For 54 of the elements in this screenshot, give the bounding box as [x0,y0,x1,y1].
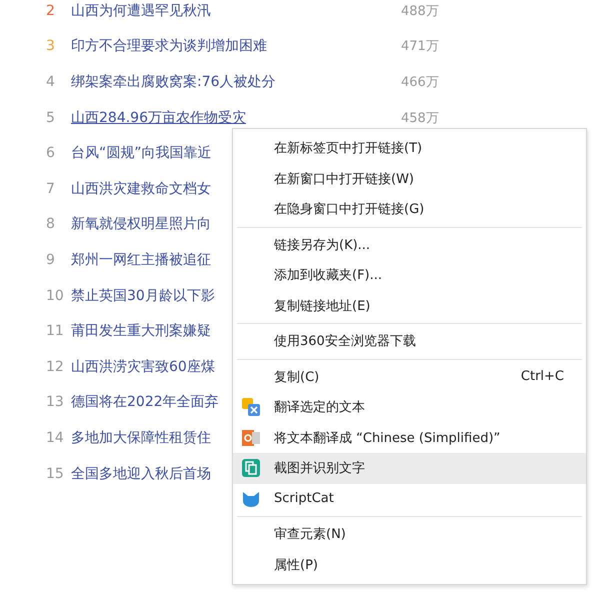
rank-number: 14 [46,430,65,446]
menu-item[interactable]: 截图并识别文字 [233,453,586,484]
menu-item-label: 将文本翻译成 “Chinese (Simplified)” [274,430,502,447]
rank-number: 13 [46,394,65,410]
shortcut-label: Ctrl+C [520,369,564,384]
view-count: 458万 [401,110,439,127]
menu-item[interactable]: 使用360安全浏览器下载 [233,326,586,356]
menu-item-label: 属性(P) [274,556,319,574]
menu-item-label: 链接另存为(K)... [274,236,372,254]
menu-item[interactable]: 复制链接地址(E) [233,290,586,321]
menu-item-label: 审查元素(N) [274,526,347,544]
rank-number: 11 [46,323,65,340]
view-count: 466万 [401,74,439,91]
news-link[interactable]: 山西284.96万亩农作物受灾 [71,108,401,127]
menu-item[interactable]: 审查元素(N) [233,519,586,550]
menu-item-label: 在新窗口中打开链接(W) [274,170,415,188]
menu-item-label: 截图并识别文字 [274,460,366,478]
menu-item-label: 添加到收藏夹(F)... [274,267,384,284]
news-link[interactable]: 山西为何遭遇罕见秋汛 [71,2,401,20]
menu-item[interactable]: 将文本翻译成 “Chinese (Simplified)” [233,422,586,453]
translate-icon [241,397,261,418]
screenshot-icon [241,458,261,478]
rank-number: 10 [46,288,65,304]
news-link[interactable]: 绑架案牵出腐败窝案:76人被处分 [71,72,401,91]
rank-number: 6 [46,145,56,162]
rank-number: 5 [46,110,56,126]
menu-item[interactable]: 翻译选定的文本 [233,392,586,422]
view-count: 488万 [401,2,439,20]
rank-number: 12 [46,358,65,375]
menu-item[interactable]: 在新标签页中打开链接(T) [233,133,586,164]
rank-number: 2 [46,2,56,19]
menu-item[interactable]: 复制(C) Ctrl+C [233,362,586,392]
menu-item-label: 在隐身窗口中打开链接(G) [274,201,426,218]
rank-number: 8 [46,216,56,232]
menu-item-label: 翻译选定的文本 [274,399,366,416]
rank-number: 7 [46,180,56,197]
menu-item-label: 使用360安全浏览器下载 [274,333,417,350]
menu-item[interactable]: 添加到收藏夹(F)... [233,260,586,290]
menu-item[interactable]: 在新窗口中打开链接(W) [233,164,586,194]
menu-item[interactable]: ScriptCat [233,484,586,514]
translate-icon [241,428,261,448]
rank-number: 3 [46,38,56,54]
menu-item-label: 在新标签页中打开链接(T) [274,140,424,158]
news-link[interactable]: 印方不合理要求为谈判增加困难 [71,37,401,56]
menu-item-label: 复制链接地址(E) [274,298,372,315]
rank-number: 4 [46,74,56,90]
rank-number: 9 [46,252,56,268]
view-count: 471万 [401,38,439,56]
menu-item[interactable]: 链接另存为(K)... [233,230,586,260]
menu-item[interactable]: 在隐身窗口中打开链接(G) [233,194,586,224]
rank-number: 15 [46,466,65,482]
menu-item-label: 复制(C) [274,368,320,386]
menu-item[interactable]: 属性(P) [233,550,586,580]
menu-item-label: ScriptCat [274,491,335,506]
